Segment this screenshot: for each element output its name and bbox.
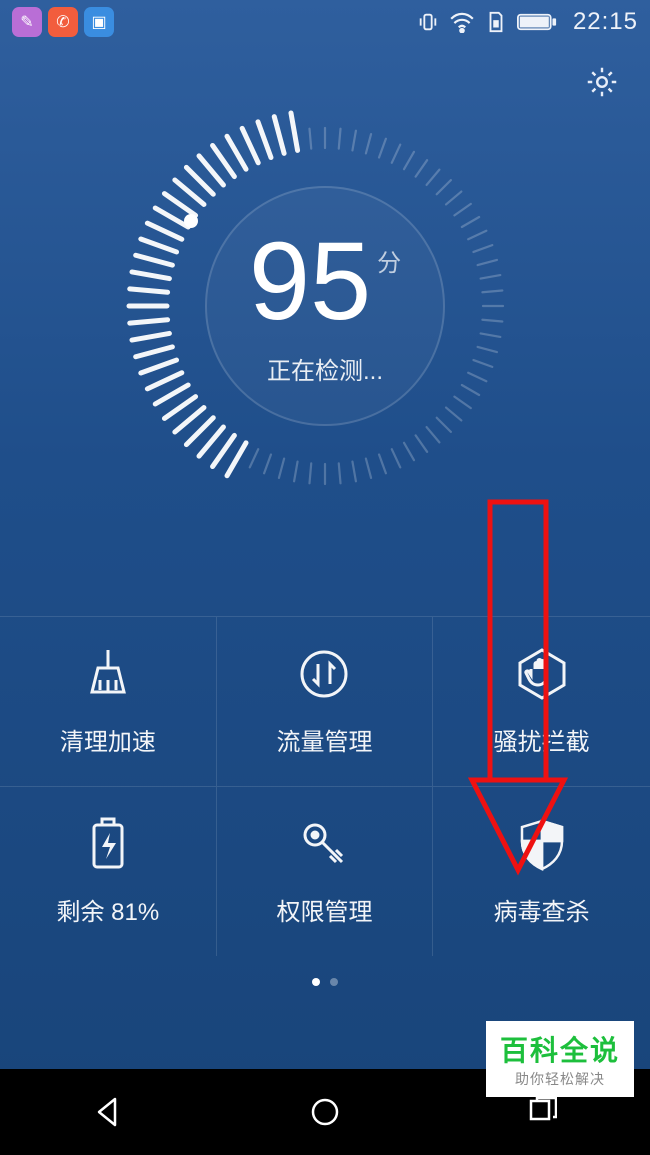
nav-back[interactable] [78, 1082, 138, 1142]
settings-button[interactable] [582, 62, 622, 102]
nav-home[interactable] [295, 1082, 355, 1142]
broom-icon [84, 646, 132, 702]
status-right: 22:15 [417, 8, 638, 36]
notif-app-3: ▣ [84, 7, 114, 37]
battery-bolt-icon [90, 816, 126, 872]
feature-label: 流量管理 [276, 722, 372, 757]
notif-app-2: ✆ [48, 7, 78, 37]
status-time: 22:15 [573, 8, 638, 36]
score-dial[interactable]: 95 分 正在检测... [115, 96, 535, 516]
feature-label: 剩余 81% [56, 892, 159, 927]
feature-traffic[interactable]: 流量管理 [217, 616, 434, 786]
notif-app-1: ✎ [12, 7, 42, 37]
feature-label: 病毒查杀 [494, 892, 590, 927]
page-dot-1[interactable] [330, 978, 338, 986]
page-dot-0[interactable] [312, 978, 320, 986]
gear-icon [584, 64, 620, 100]
score-dial-area: 95 分 正在检测... [0, 96, 650, 516]
feature-permissions[interactable]: 权限管理 [217, 786, 434, 956]
feature-block[interactable]: 骚扰拦截 [433, 616, 650, 786]
vibrate-icon [417, 11, 439, 33]
sim-icon [485, 11, 507, 33]
shield-icon [518, 816, 566, 872]
watermark-title: 百科全说 [500, 1029, 620, 1069]
score-value: 95 [249, 227, 371, 337]
block-hand-icon [515, 646, 569, 702]
feature-battery[interactable]: 剩余 81% [0, 786, 217, 956]
watermark-badge: 百科全说 助你轻松解决 [486, 1021, 634, 1097]
dial-center: 95 分 正在检测... [205, 186, 445, 426]
feature-label: 清理加速 [60, 722, 156, 757]
feature-grid: 清理加速 流量管理 骚扰拦截 剩余 81% 权限管理 病毒查杀 [0, 616, 650, 956]
app-header [0, 44, 650, 102]
scan-status: 正在检测... [267, 351, 383, 386]
feature-cleanup[interactable]: 清理加速 [0, 616, 217, 786]
score-unit: 分 [377, 243, 401, 278]
status-bar: ✎ ✆ ▣ 22:15 [0, 0, 650, 44]
feature-label: 权限管理 [276, 892, 372, 927]
page-indicator [0, 978, 650, 986]
status-left-apps: ✎ ✆ ▣ [12, 7, 114, 37]
key-icon [297, 816, 351, 872]
watermark-sub: 助你轻松解决 [500, 1069, 620, 1089]
battery-icon [517, 12, 557, 32]
traffic-icon [298, 646, 350, 702]
feature-antivirus[interactable]: 病毒查杀 [433, 786, 650, 956]
feature-label: 骚扰拦截 [494, 722, 590, 757]
score-row: 95 分 [249, 227, 401, 337]
wifi-icon [449, 11, 475, 33]
